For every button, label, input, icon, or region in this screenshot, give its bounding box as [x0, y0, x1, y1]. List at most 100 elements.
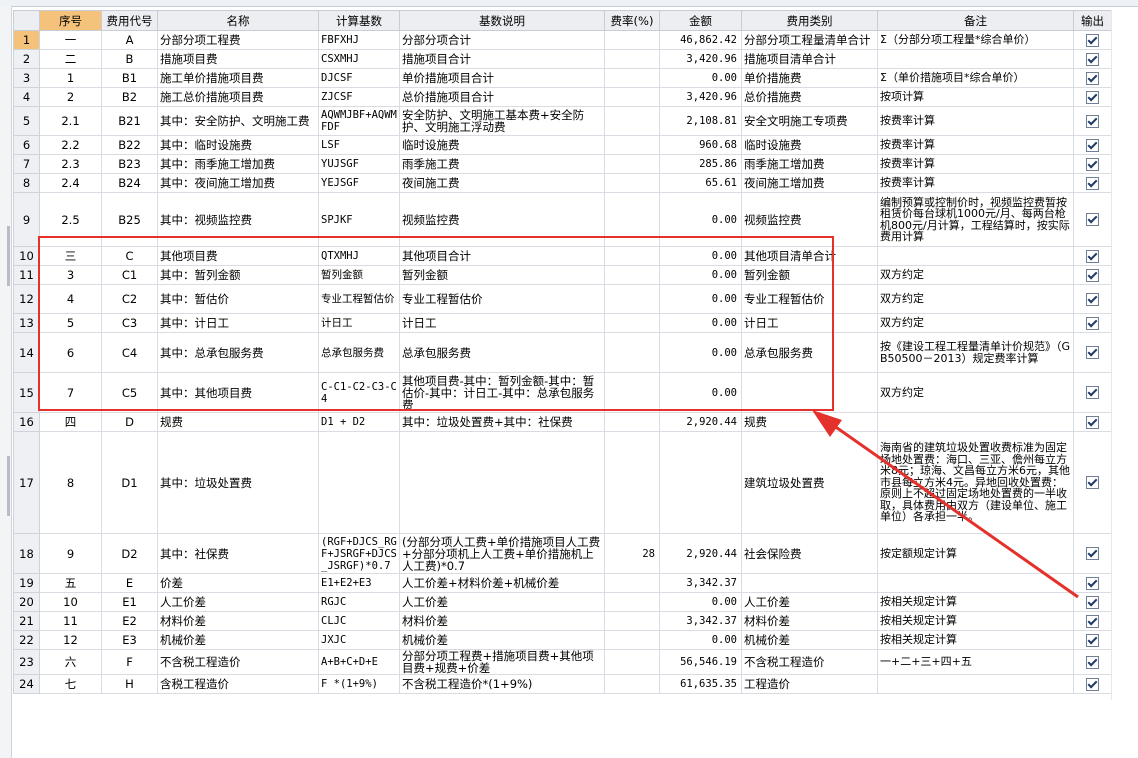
col-header-desc[interactable]: 基数说明	[399, 10, 605, 31]
output-checkbox[interactable]	[1086, 114, 1099, 128]
amount-cell[interactable]: 3,420.96	[659, 87, 742, 107]
output-cell[interactable]	[1073, 431, 1111, 534]
left-panel-edge[interactable]	[0, 6, 12, 758]
desc-cell[interactable]: 人工价差+材料价差+机械价差	[399, 573, 605, 593]
output-cell[interactable]	[1073, 135, 1111, 155]
amount-cell[interactable]: 65.61	[659, 173, 742, 193]
name-cell[interactable]: 含税工程造价	[157, 674, 319, 694]
seq-cell[interactable]: 5	[39, 313, 102, 333]
output-checkbox[interactable]	[1086, 268, 1099, 282]
note-cell[interactable]	[877, 412, 1074, 432]
amount-cell[interactable]: 0.00	[659, 284, 742, 314]
note-cell[interactable]: Σ（单价措施项目*综合单价）	[877, 68, 1074, 88]
amount-cell[interactable]: 56,546.19	[659, 649, 742, 675]
desc-cell[interactable]: 总价措施项目合计	[399, 87, 605, 107]
rate-cell[interactable]	[604, 68, 660, 88]
note-cell[interactable]: 按相关规定计算	[877, 592, 1074, 612]
name-cell[interactable]: 机械价差	[157, 630, 319, 650]
output-cell[interactable]	[1073, 173, 1111, 193]
rate-cell[interactable]	[604, 630, 660, 650]
seq-cell[interactable]: 二	[39, 49, 102, 69]
rate-cell[interactable]	[604, 106, 660, 136]
seq-cell[interactable]: 9	[39, 533, 102, 574]
category-cell[interactable]: 材料价差	[741, 611, 878, 631]
output-cell[interactable]	[1073, 246, 1111, 266]
output-checkbox[interactable]	[1086, 633, 1099, 647]
row-number[interactable]: 1	[13, 30, 40, 50]
desc-cell[interactable]: 其他项目合计	[399, 246, 605, 266]
row-number[interactable]: 21	[13, 611, 40, 631]
table-row[interactable]: 7 2.3 B23 其中：雨季施工增加费 YUJSGF 雨季施工费 285.86 雨季施工增加…	[13, 154, 1111, 174]
row-number[interactable]: 20	[13, 592, 40, 612]
note-cell[interactable]: 一+二+三+四+五	[877, 649, 1074, 675]
output-cell[interactable]	[1073, 313, 1111, 333]
desc-cell[interactable]: 措施项目合计	[399, 49, 605, 69]
table-row[interactable]: 19 五 E 价差 E1+E2+E3 人工价差+材料价差+机械价差 3,342.37	[13, 573, 1111, 593]
base-cell[interactable]: AQWMJBF+AQWMFDF	[318, 106, 400, 136]
desc-cell[interactable]	[399, 431, 605, 534]
base-cell[interactable]: D1 + D2	[318, 412, 400, 432]
seq-cell[interactable]: 4	[39, 284, 102, 314]
seq-cell[interactable]: 11	[39, 611, 102, 631]
rate-cell[interactable]	[604, 372, 660, 413]
seq-cell[interactable]: 2.1	[39, 106, 102, 136]
amount-cell[interactable]	[659, 431, 742, 534]
category-cell[interactable]: 安全文明施工专项费	[741, 106, 878, 136]
row-number[interactable]: 10	[13, 246, 40, 266]
note-cell[interactable]: 按《建设工程工程量清单计价规范》（GB50500－2013）规定费率计算	[877, 332, 1074, 373]
output-cell[interactable]	[1073, 30, 1111, 50]
note-cell[interactable]: 双方约定	[877, 313, 1074, 333]
amount-cell[interactable]: 2,920.44	[659, 412, 742, 432]
amount-cell[interactable]: 0.00	[659, 265, 742, 285]
name-cell[interactable]: 其中：社保费	[157, 533, 319, 574]
splitter-handle[interactable]	[7, 456, 10, 516]
category-cell[interactable]: 暂列金额	[741, 265, 878, 285]
category-cell[interactable]: 社会保险费	[741, 533, 878, 574]
seq-cell[interactable]: 六	[39, 649, 102, 675]
code-cell[interactable]: C5	[101, 372, 158, 413]
output-cell[interactable]	[1073, 68, 1111, 88]
output-cell[interactable]	[1073, 87, 1111, 107]
name-cell[interactable]: 其中：夜间施工增加费	[157, 173, 319, 193]
output-checkbox[interactable]	[1086, 614, 1099, 628]
base-cell[interactable]: 总承包服务费	[318, 332, 400, 373]
col-header-amount[interactable]: 金额	[659, 10, 742, 31]
amount-cell[interactable]: 0.00	[659, 313, 742, 333]
rate-cell[interactable]	[604, 265, 660, 285]
code-cell[interactable]: B2	[101, 87, 158, 107]
base-cell[interactable]: E1+E2+E3	[318, 573, 400, 593]
table-row[interactable]: 13 5 C3 其中：计日工 计日工 计日工 0.00 计日工 双方约定	[13, 313, 1111, 333]
output-checkbox[interactable]	[1086, 138, 1099, 152]
desc-cell[interactable]: 临时设施费	[399, 135, 605, 155]
category-cell[interactable]: 视频监控费	[741, 192, 878, 247]
code-cell[interactable]: E	[101, 573, 158, 593]
table-row[interactable]: 5 2.1 B21 其中：安全防护、文明施工费 AQWMJBF+AQWMFDF 安全防护、…	[13, 106, 1111, 136]
category-cell[interactable]: 总价措施费	[741, 87, 878, 107]
rate-cell[interactable]	[604, 412, 660, 432]
output-checkbox[interactable]	[1086, 415, 1099, 429]
rate-cell[interactable]	[604, 173, 660, 193]
output-cell[interactable]	[1073, 674, 1111, 694]
code-cell[interactable]: B25	[101, 192, 158, 247]
table-row[interactable]: 10 三 C 其他项目费 QTXMHJ 其他项目合计 0.00 其他项目清单合计	[13, 246, 1111, 266]
category-cell[interactable]: 分部分项工程量清单合计	[741, 30, 878, 50]
seq-cell[interactable]: 8	[39, 431, 102, 534]
desc-cell[interactable]: 夜间施工费	[399, 173, 605, 193]
output-cell[interactable]	[1073, 332, 1111, 373]
category-cell[interactable]: 计日工	[741, 313, 878, 333]
table-row[interactable]: 6 2.2 B22 其中：临时设施费 LSF 临时设施费 960.68 临时设施费 按费率计算	[13, 135, 1111, 155]
name-cell[interactable]: 其中：垃圾处置费	[157, 431, 319, 534]
base-cell[interactable]: CSXMHJ	[318, 49, 400, 69]
rate-cell[interactable]	[604, 674, 660, 694]
seq-cell[interactable]: 2.2	[39, 135, 102, 155]
amount-cell[interactable]: 0.00	[659, 246, 742, 266]
rate-cell[interactable]	[604, 246, 660, 266]
code-cell[interactable]: B21	[101, 106, 158, 136]
category-cell[interactable]: 不含税工程造价	[741, 649, 878, 675]
base-cell[interactable]: F *(1+9%)	[318, 674, 400, 694]
output-checkbox[interactable]	[1086, 33, 1099, 47]
base-cell[interactable]: CLJC	[318, 611, 400, 631]
rate-cell[interactable]	[604, 431, 660, 534]
base-cell[interactable]	[318, 431, 400, 534]
output-cell[interactable]	[1073, 533, 1111, 574]
